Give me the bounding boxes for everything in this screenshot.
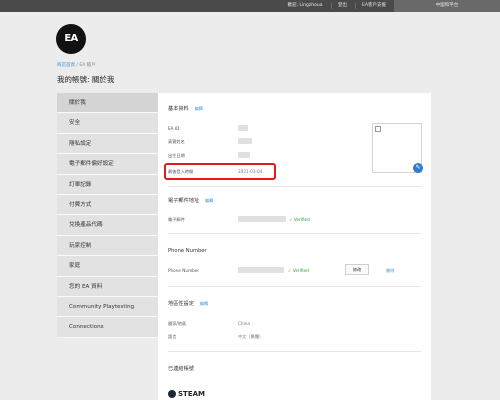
- email-verified-label: Verified: [293, 217, 310, 222]
- language-label: 語言: [168, 334, 177, 339]
- sidebar-item-label: 家庭: [69, 263, 81, 270]
- ea-id-label: EA ID: [168, 126, 180, 131]
- sidebar-item-payment[interactable]: 付費方式: [57, 194, 159, 216]
- ea-id-value-redacted: [238, 125, 248, 131]
- sidebar-item-security[interactable]: 安全: [57, 113, 159, 134]
- phone-remove-link[interactable]: 刪除: [386, 268, 394, 274]
- sidebar-item-player-control[interactable]: 玩家控制: [57, 235, 159, 257]
- real-name-label: 真實姓名: [168, 139, 185, 144]
- email-value-redacted: [238, 216, 286, 222]
- last-login-label: 最後登入時間: [168, 169, 194, 174]
- email-title: 電子郵件地址 編輯: [168, 197, 213, 204]
- sidebar-item-label: 訂單記錄: [69, 181, 92, 188]
- basic-info-heading: 基本資料: [168, 106, 189, 112]
- sidebar-item-label: 付費方式: [69, 201, 92, 208]
- country-value: China: [238, 321, 250, 326]
- email-edit-link[interactable]: 編輯: [205, 198, 213, 203]
- sidebar-item-label: Connections: [69, 324, 104, 331]
- country-label: 國家/地區: [168, 321, 187, 326]
- region-edit-link[interactable]: 編輯: [200, 301, 208, 306]
- phone-verified-status: ✓ Verified: [288, 268, 309, 273]
- sidebar-item-playtesting[interactable]: Community Playtesting: [57, 296, 159, 318]
- divider: [168, 233, 421, 234]
- last-login-value: 2021-03-04: [238, 169, 263, 174]
- divider: [168, 186, 421, 187]
- divider: [355, 3, 356, 9]
- phone-value-redacted: [238, 267, 284, 273]
- phone-title: Phone Number: [168, 248, 207, 254]
- ea-logo[interactable]: EA: [56, 24, 86, 54]
- account-panel: 基本資料 編輯 EA ID 真實姓名 出生日期 最後登入時間 2021-03-04…: [158, 93, 431, 400]
- email-verified-status: ✓ Verified: [289, 217, 310, 222]
- sidebar-item-privacy[interactable]: 隱私設定: [57, 133, 159, 155]
- real-name-value-redacted: [238, 138, 252, 144]
- phone-edit-button[interactable]: 修改: [345, 264, 369, 275]
- check-icon: ✓: [288, 268, 292, 273]
- dob-value-redacted: [238, 152, 250, 158]
- sidebar-item-label: 玩家控制: [69, 242, 92, 249]
- language-label: 中國和平台: [435, 3, 459, 8]
- basic-info-title: 基本資料 編輯: [168, 105, 203, 112]
- steam-icon: [168, 390, 176, 398]
- sidebar-item-orders[interactable]: 訂單記錄: [57, 174, 159, 195]
- language-selector[interactable]: 中國和平台: [394, 0, 500, 12]
- breadcrumb-current: EA 帳戶: [79, 63, 96, 68]
- dob-label: 出生日期: [168, 153, 185, 158]
- phone-label: Phone Number: [168, 268, 200, 273]
- top-bar: 歡迎, Lingzhoua 登出 EA客戶支援 中國和平台: [0, 0, 500, 12]
- logout-link[interactable]: 登出: [334, 0, 351, 12]
- sidebar-item-label: Community Playtesting: [69, 303, 135, 310]
- phone-verified-label: Verified: [292, 268, 309, 273]
- steam-label: STEAM: [178, 390, 205, 398]
- divider: [168, 351, 421, 352]
- sidebar-item-label: 安全: [69, 120, 81, 127]
- divider: [331, 3, 332, 9]
- page-title: 我的帳號: 關於我: [57, 75, 115, 84]
- sidebar-item-label: 兌換產品代碼: [69, 222, 103, 229]
- breadcrumb: 商店首頁 / EA 帳戶: [57, 62, 96, 68]
- check-icon: ✓: [289, 217, 293, 222]
- sidebar-item-label: 您的 EA 資料: [69, 283, 103, 290]
- breadcrumb-home[interactable]: 商店首頁: [57, 63, 75, 68]
- region-title: 地區性設定 編輯: [168, 300, 208, 307]
- sidebar-item-label: 關於我: [69, 100, 86, 106]
- edit-pencil-icon[interactable]: ✎: [413, 163, 423, 173]
- steam-account[interactable]: STEAM: [168, 390, 205, 398]
- welcome-link[interactable]: 歡迎, Lingzhoua: [283, 0, 327, 12]
- language-value: 中文（繁體）: [238, 334, 264, 339]
- email-label: 電子郵件: [168, 217, 185, 222]
- divider: [168, 286, 421, 287]
- region-heading: 地區性設定: [168, 301, 194, 307]
- sidebar-item-about[interactable]: 關於我: [57, 93, 165, 114]
- sidebar-item-redeem[interactable]: 兌換產品代碼: [57, 215, 159, 236]
- sidebar-item-label: 電子郵件偏好設定: [69, 161, 114, 168]
- sidebar-item-family[interactable]: 家庭: [57, 256, 159, 277]
- email-heading: 電子郵件地址: [168, 198, 200, 204]
- broken-image-icon: [375, 126, 381, 132]
- ea-logo-text: EA: [64, 33, 78, 44]
- sidebar-item-email-prefs[interactable]: 電子郵件偏好設定: [57, 154, 159, 175]
- sidebar-item-your-data[interactable]: 您的 EA 資料: [57, 276, 159, 297]
- sidebar: 關於我 安全 隱私設定 電子郵件偏好設定 訂單記錄 付費方式 兌換產品代碼 玩家…: [57, 93, 165, 338]
- support-link[interactable]: EA客戶支援: [357, 0, 391, 12]
- linked-accounts-title: 已連結帳號: [168, 366, 194, 372]
- basic-info-edit-link[interactable]: 編輯: [195, 106, 203, 111]
- sidebar-item-connections[interactable]: Connections: [57, 317, 159, 338]
- sidebar-item-label: 隱私設定: [69, 140, 92, 147]
